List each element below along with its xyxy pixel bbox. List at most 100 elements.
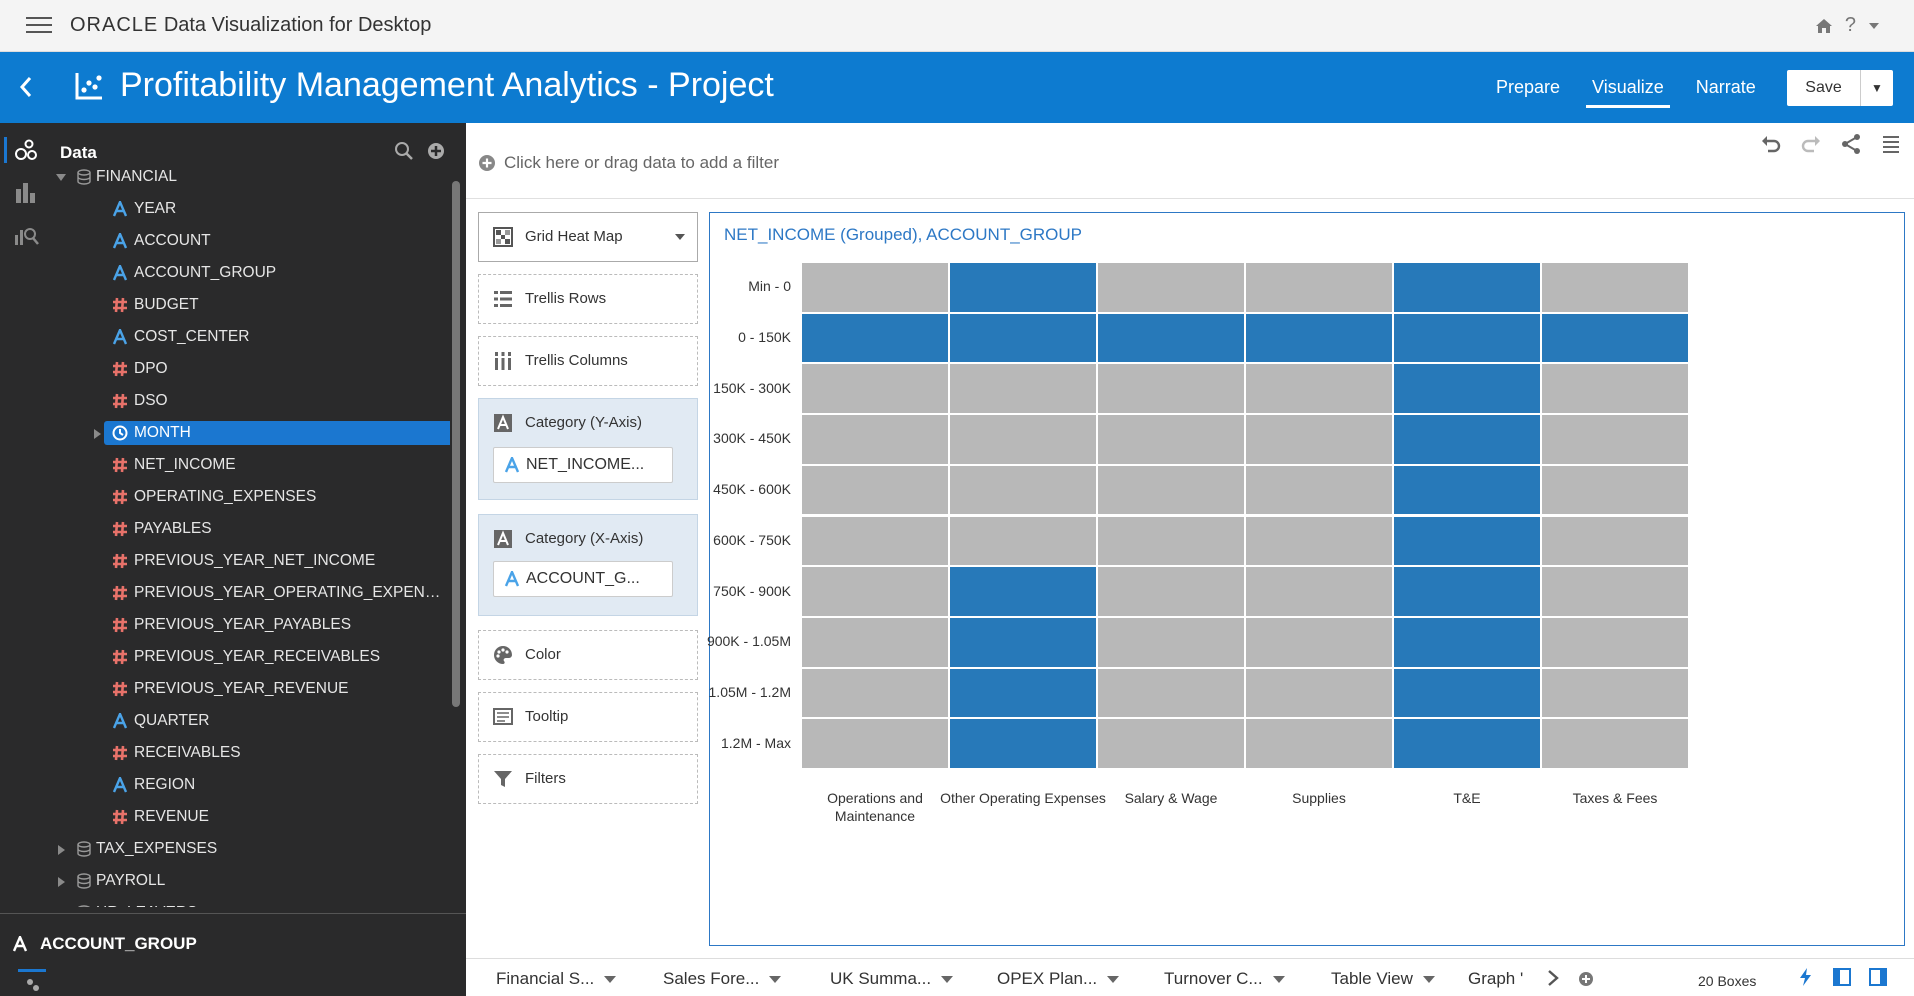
add-filter-icon[interactable] [478, 154, 496, 172]
heatmap-cell[interactable] [949, 414, 1097, 465]
tree-data-element[interactable]: MONTH [94, 421, 450, 445]
heatmap-cell[interactable] [1541, 616, 1689, 668]
heatmap-cell[interactable] [801, 414, 949, 465]
visualization-frame[interactable]: NET_INCOME (Grouped), ACCOUNT_GROUP Min … [707, 212, 1905, 946]
heatmap-cell[interactable] [949, 667, 1097, 719]
tree-data-element[interactable]: BUDGET [50, 293, 444, 317]
tab-visualize[interactable]: Visualize [1576, 52, 1680, 123]
tree-dataset-node[interactable]: TAX_EXPENSES [50, 837, 444, 861]
heatmap-cell[interactable] [1245, 363, 1393, 415]
heatmap-cell[interactable] [1245, 616, 1393, 668]
home-icon[interactable] [1815, 17, 1833, 35]
heatmap-cell[interactable] [801, 718, 949, 769]
heatmap-cell[interactable] [1541, 667, 1689, 719]
tree-data-element[interactable]: YEAR [50, 197, 444, 221]
heatmap-cell[interactable] [1097, 262, 1245, 313]
chevron-right-icon[interactable] [1546, 969, 1560, 987]
heatmap-cell[interactable] [1393, 262, 1541, 313]
expand-arrow-icon[interactable] [58, 877, 65, 887]
chevron-down-icon[interactable] [1107, 976, 1120, 984]
tree-data-element[interactable]: COST_CENTER [50, 325, 444, 349]
heatmap-cell[interactable] [1245, 667, 1393, 719]
tree-data-element[interactable]: ACCOUNT_GROUP [50, 261, 444, 285]
chevron-down-icon[interactable] [941, 976, 954, 984]
expand-arrow-icon[interactable] [58, 845, 65, 855]
heatmap-cell[interactable] [801, 363, 949, 415]
tab-prepare[interactable]: Prepare [1480, 52, 1576, 123]
heatmap-cell[interactable] [801, 464, 949, 516]
heatmap-cell[interactable] [1541, 566, 1689, 617]
tree-dataset-node[interactable]: FINANCIAL [50, 165, 444, 189]
search-icon[interactable] [394, 141, 414, 161]
heatmap-cell[interactable] [801, 262, 949, 313]
chevron-down-icon[interactable] [769, 976, 782, 984]
trellis-rows-dropzone[interactable]: Trellis Rows [478, 274, 698, 324]
heatmap-cell[interactable] [1245, 262, 1393, 313]
layout-left-icon[interactable] [1832, 967, 1852, 987]
heatmap-cell[interactable] [1393, 566, 1541, 617]
category-x-pill[interactable]: ACCOUNT_G... [493, 561, 673, 597]
auto-apply-icon[interactable] [1796, 967, 1816, 987]
filter-placeholder[interactable]: Click here or drag data to add a filter [504, 153, 779, 173]
heatmap-cell[interactable] [949, 464, 1097, 516]
properties-icon[interactable] [24, 976, 42, 994]
hamburger-menu-icon[interactable] [26, 17, 52, 35]
collapse-arrow-icon[interactable] [56, 174, 66, 181]
heatmap-cell[interactable] [801, 515, 949, 567]
redo-icon[interactable] [1800, 133, 1822, 155]
category-y-dropzone[interactable]: Category (Y-Axis) NET_INCOME... [478, 398, 698, 500]
save-options-dropdown[interactable]: ▼ [1861, 70, 1893, 106]
chevron-down-icon[interactable] [604, 976, 617, 984]
heatmap-cell[interactable] [1245, 464, 1393, 516]
heatmap-cell[interactable] [1245, 414, 1393, 465]
heatmap-cell[interactable] [949, 566, 1097, 617]
heatmap-cell[interactable] [801, 312, 949, 364]
heatmap-cell[interactable] [1541, 464, 1689, 516]
trellis-columns-dropzone[interactable]: Trellis Columns [478, 336, 698, 386]
tree-data-element[interactable]: REGION [50, 773, 444, 797]
heatmap-cell[interactable] [1097, 515, 1245, 567]
heatmap-cell[interactable] [1245, 566, 1393, 617]
tree-data-element[interactable]: PREVIOUS_YEAR_REVENUE [50, 677, 444, 701]
heatmap-cell[interactable] [1245, 312, 1393, 364]
tree-data-element[interactable]: QUARTER [50, 709, 444, 733]
category-x-dropzone[interactable]: Category (X-Axis) ACCOUNT_G... [478, 514, 698, 616]
heatmap-cell[interactable] [1393, 363, 1541, 415]
heatmap-cell[interactable] [1393, 616, 1541, 668]
heatmap-cell[interactable] [1541, 363, 1689, 415]
visualizations-icon[interactable] [12, 179, 40, 207]
tree-dataset-node[interactable]: PAYROLL [50, 869, 444, 893]
undo-icon[interactable] [1760, 133, 1782, 155]
heatmap-cell[interactable] [949, 616, 1097, 668]
heatmap-cell[interactable] [1245, 718, 1393, 769]
heatmap-cell[interactable] [1393, 667, 1541, 719]
canvas-menu-icon[interactable] [1880, 133, 1902, 155]
heatmap-cell[interactable] [1393, 312, 1541, 364]
chevron-down-icon[interactable] [1868, 20, 1880, 32]
filters-dropzone[interactable]: Filters [478, 754, 698, 804]
canvas-tab[interactable]: Graph ' [1468, 969, 1528, 989]
heatmap-cell[interactable] [801, 667, 949, 719]
heatmap-cell[interactable] [1097, 616, 1245, 668]
chevron-down-icon[interactable] [1422, 976, 1435, 984]
color-dropzone[interactable]: Color [478, 630, 698, 680]
tree-data-element[interactable]: PREVIOUS_YEAR_PAYABLES [50, 613, 444, 637]
help-icon[interactable]: ? [1845, 14, 1856, 37]
back-arrow-icon[interactable] [16, 72, 36, 102]
heatmap-cell[interactable] [949, 262, 1097, 313]
canvas-tab[interactable]: Table View [1331, 969, 1435, 989]
heatmap-cell[interactable] [1097, 667, 1245, 719]
heatmap-cell[interactable] [949, 363, 1097, 415]
canvas-tab[interactable]: Financial S... [496, 969, 617, 989]
heatmap-cell[interactable] [949, 718, 1097, 769]
tree-data-element[interactable]: PREVIOUS_YEAR_RECEIVABLES [50, 645, 444, 669]
heatmap-cell[interactable] [1393, 515, 1541, 567]
data-elements-icon[interactable] [12, 137, 40, 165]
heatmap-cell[interactable] [1097, 464, 1245, 516]
chevron-down-icon[interactable] [675, 233, 685, 241]
analytics-icon[interactable] [12, 221, 40, 249]
tree-data-element[interactable]: RECEIVABLES [50, 741, 444, 765]
heatmap-cell[interactable] [1097, 566, 1245, 617]
heatmap-cell[interactable] [1097, 414, 1245, 465]
save-button[interactable]: Save [1787, 70, 1861, 106]
